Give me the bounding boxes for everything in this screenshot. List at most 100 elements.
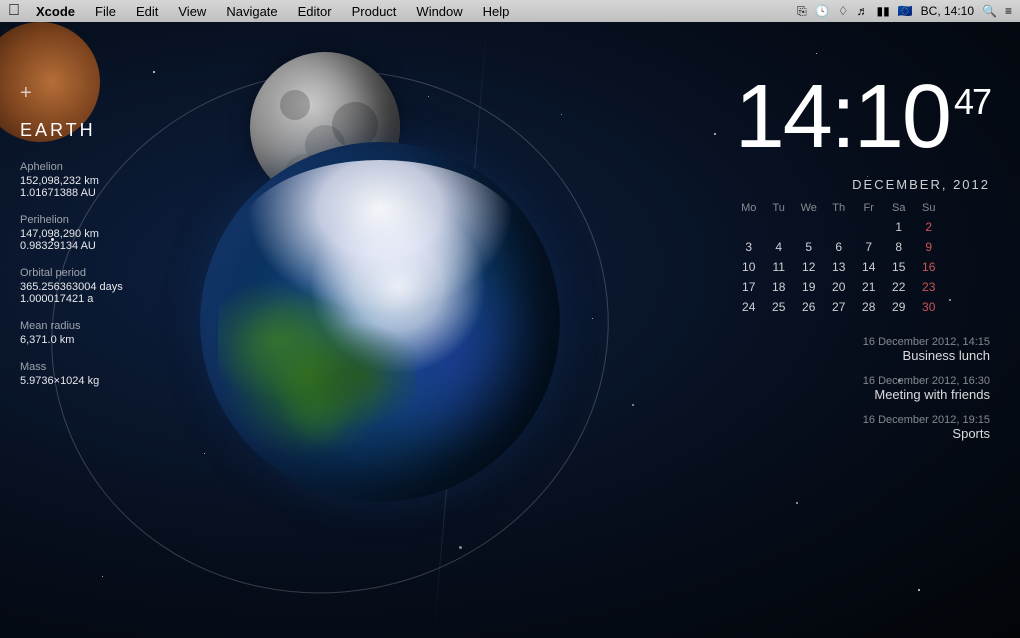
menu-bar:  Xcode File Edit View Navigate Editor P…	[0, 0, 1020, 22]
cal-day-27: 27	[825, 298, 853, 316]
cal-header-sa: Sa	[885, 200, 913, 216]
cal-day-13: 13	[825, 258, 853, 276]
list-icon[interactable]: ≡	[1005, 4, 1012, 18]
cal-day-17: 17	[735, 278, 763, 296]
cal-day-10: 10	[735, 258, 763, 276]
volume-icon: ♬	[856, 4, 868, 18]
menu-time: BC, 14:10	[921, 4, 974, 18]
menu-edit[interactable]: Edit	[128, 0, 166, 22]
event-1: 16 December 2012, 14:15 Business lunch	[735, 336, 990, 363]
calendar-grid: Mo Tu We Th Fr Sa Su 1 2 3 4 5 6	[735, 200, 990, 316]
cal-header-mo: Mo	[735, 200, 763, 216]
cal-day-26: 26	[795, 298, 823, 316]
cal-day-21: 21	[855, 278, 883, 296]
cal-header-fr: Fr	[855, 200, 883, 216]
cal-day	[855, 218, 883, 236]
wifi-icon: ⎘	[797, 4, 807, 19]
event-1-title: Business lunch	[735, 348, 990, 363]
planet-name: EARTH	[20, 120, 123, 141]
clock-display: 14:1047	[735, 72, 990, 162]
battery-icon: ▮▮	[876, 4, 889, 18]
radius-value: 6,371.0 km	[20, 334, 123, 346]
cal-day-12: 12	[795, 258, 823, 276]
perihelion-km: 147,098,290 km	[20, 228, 123, 240]
cal-day-19: 19	[795, 278, 823, 296]
search-icon[interactable]: 🔍	[982, 4, 997, 18]
cal-day-22: 22	[885, 278, 913, 296]
bluetooth-icon: ♢	[838, 4, 849, 18]
cal-day-9: 9	[915, 238, 943, 256]
radius-row: Mean radius 6,371.0 km	[20, 320, 123, 346]
clock-icon: 🕓	[815, 4, 830, 18]
cal-header-th: Th	[825, 200, 853, 216]
cal-day-7: 7	[855, 238, 883, 256]
cal-day	[825, 218, 853, 236]
clock-hours-minutes: 14:10	[735, 72, 950, 162]
info-panel: + EARTH Aphelion 152,098,232 km 1.016713…	[20, 82, 123, 402]
cal-day-14: 14	[855, 258, 883, 276]
orbital-days: 365.256363004 days	[20, 281, 123, 293]
radius-label: Mean radius	[20, 320, 123, 332]
menu-product[interactable]: Product	[344, 0, 405, 22]
cal-day-25: 25	[765, 298, 793, 316]
event-3-title: Sports	[735, 426, 990, 441]
orbital-a: 1.000017421 a	[20, 293, 123, 305]
cal-day	[795, 218, 823, 236]
event-3-datetime: 16 December 2012, 19:15	[735, 414, 990, 426]
events-panel: 16 December 2012, 14:15 Business lunch 1…	[735, 336, 990, 441]
flag-icon: 🇪🇺	[898, 4, 913, 18]
orbital-label: Orbital period	[20, 267, 123, 279]
space-background: + EARTH Aphelion 152,098,232 km 1.016713…	[0, 22, 1020, 638]
mass-value: 5.9736×1024 kg	[20, 375, 123, 387]
cal-day-1: 1	[885, 218, 913, 236]
event-2-title: Meeting with friends	[735, 387, 990, 402]
cal-day-4: 4	[765, 238, 793, 256]
cal-day-16-today: 16	[915, 258, 943, 276]
cal-day-6: 6	[825, 238, 853, 256]
mass-row: Mass 5.9736×1024 kg	[20, 361, 123, 387]
event-3: 16 December 2012, 19:15 Sports	[735, 414, 990, 441]
cal-day-28: 28	[855, 298, 883, 316]
mass-label: Mass	[20, 361, 123, 373]
cal-day	[765, 218, 793, 236]
apple-menu[interactable]: 	[8, 2, 20, 20]
aphelion-km: 152,098,232 km	[20, 175, 123, 187]
clock-seconds: 47	[954, 84, 990, 120]
menu-help[interactable]: Help	[475, 0, 518, 22]
cal-day-11: 11	[765, 258, 793, 276]
menu-navigate[interactable]: Navigate	[218, 0, 285, 22]
aphelion-label: Aphelion	[20, 161, 123, 173]
cal-day-18: 18	[765, 278, 793, 296]
clock-panel: 14:1047 DECEMBER, 2012 Mo Tu We Th Fr Sa…	[735, 72, 990, 453]
cal-day-2: 2	[915, 218, 943, 236]
perihelion-label: Perihelion	[20, 214, 123, 226]
menu-right-items: ⎘ 🕓 ♢ ♬ ▮▮ 🇪🇺 BC, 14:10 🔍 ≡	[797, 4, 1012, 19]
menu-window[interactable]: Window	[408, 0, 470, 22]
cal-header-we: We	[795, 200, 823, 216]
plus-icon[interactable]: +	[20, 82, 123, 105]
cal-day-3: 3	[735, 238, 763, 256]
menu-view[interactable]: View	[170, 0, 214, 22]
aphelion-au: 1.01671388 AU	[20, 187, 123, 199]
cal-day-5: 5	[795, 238, 823, 256]
cal-day-8: 8	[885, 238, 913, 256]
cal-header-tu: Tu	[765, 200, 793, 216]
earth-container	[200, 142, 560, 502]
event-1-datetime: 16 December 2012, 14:15	[735, 336, 990, 348]
calendar: DECEMBER, 2012 Mo Tu We Th Fr Sa Su 1 2 …	[735, 177, 990, 316]
cal-day-24: 24	[735, 298, 763, 316]
calendar-month: DECEMBER, 2012	[735, 177, 990, 192]
cal-day	[735, 218, 763, 236]
menu-file[interactable]: File	[87, 0, 124, 22]
perihelion-au: 0.98329134 AU	[20, 240, 123, 252]
menu-xcode[interactable]: Xcode	[28, 0, 83, 22]
event-2: 16 December 2012, 16:30 Meeting with fri…	[735, 375, 990, 402]
perihelion-row: Perihelion 147,098,290 km 0.98329134 AU	[20, 214, 123, 252]
cal-day-23: 23	[915, 278, 943, 296]
cal-header-su: Su	[915, 200, 943, 216]
menu-editor[interactable]: Editor	[290, 0, 340, 22]
event-2-datetime: 16 December 2012, 16:30	[735, 375, 990, 387]
cal-day-30: 30	[915, 298, 943, 316]
earth	[200, 142, 560, 502]
cal-day-20: 20	[825, 278, 853, 296]
